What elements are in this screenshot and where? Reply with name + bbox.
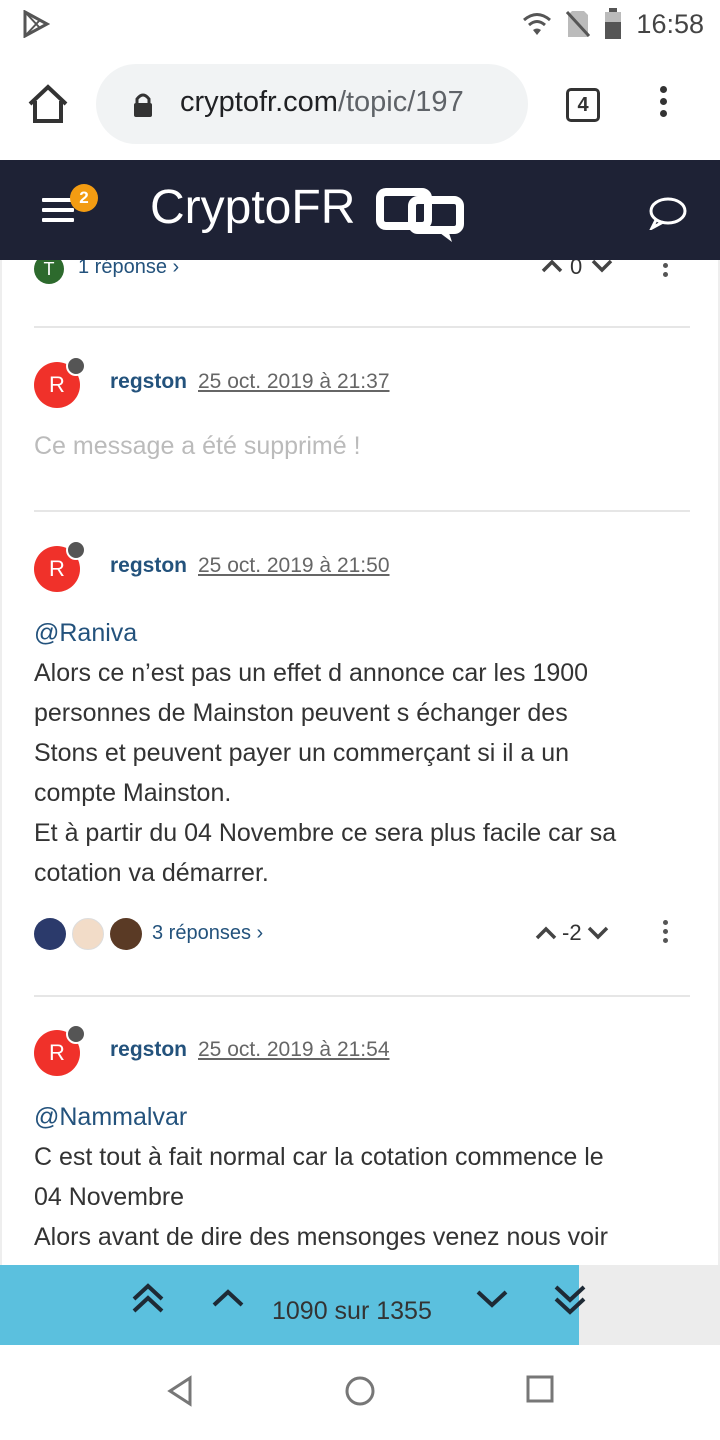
post-text-line: cotation va démarrer.: [34, 859, 269, 887]
site-logo[interactable]: CryptoFR: [150, 180, 355, 235]
lock-icon: [134, 93, 152, 117]
post-text-line: compte Mainston.: [34, 779, 232, 807]
post-content: @Raniva Alors ce n’est pas un effet d an…: [34, 613, 694, 893]
next-page-icon[interactable]: [474, 1283, 510, 1313]
replies-link[interactable]: 3 réponses ›: [152, 922, 263, 945]
replier-avatar[interactable]: [34, 918, 66, 950]
chat-icon[interactable]: [648, 196, 688, 230]
post-text-line: Alors ce n’est pas un effet d annonce ca…: [34, 659, 589, 687]
replier-avatar[interactable]: [110, 918, 142, 950]
post-text-line: Alors avant de dire des mensonges venez …: [34, 1223, 608, 1251]
user-mention[interactable]: @Nammalvar: [34, 1097, 694, 1137]
offline-status-icon: [66, 1024, 86, 1044]
post-text-line: Stons et peuvent payer un commerçant si …: [34, 739, 570, 767]
android-status-bar: 16:58: [0, 0, 720, 48]
battery-icon: [605, 8, 622, 39]
timestamp[interactable]: 25 oct. 2019 à 21:50: [198, 554, 390, 578]
divider: [34, 995, 690, 997]
avatar[interactable]: T: [34, 260, 64, 284]
address-bar[interactable]: cryptofr.com/topic/197: [96, 64, 528, 144]
logo-chat-icon: [376, 188, 464, 242]
replier-avatar[interactable]: [72, 918, 104, 950]
post-text-line: C est tout à fait normal car la cotation…: [34, 1143, 604, 1171]
offline-status-icon: [66, 540, 86, 560]
vote-count: 0: [570, 260, 583, 279]
chevron-right-icon: ›: [172, 260, 180, 278]
upvote-icon[interactable]: [540, 260, 564, 274]
android-nav-bar: [0, 1345, 720, 1440]
notification-badge: 2: [70, 184, 98, 212]
play-store-icon: [23, 10, 50, 38]
post-text-line: 04 Novembre: [34, 1183, 185, 1211]
divider: [34, 510, 690, 512]
home-icon[interactable]: [26, 82, 70, 126]
timestamp[interactable]: 25 oct. 2019 à 21:37: [198, 370, 390, 394]
username[interactable]: regston: [110, 554, 187, 578]
wifi-icon: [523, 13, 552, 35]
username[interactable]: regston: [110, 1038, 187, 1062]
vote-controls: -2: [534, 920, 610, 946]
home-nav-icon[interactable]: [344, 1375, 376, 1407]
pagination-bar: 1090 sur 1355: [0, 1265, 720, 1345]
no-sim-icon: [566, 10, 591, 38]
user-mention[interactable]: @Raniva: [34, 613, 694, 653]
url-text: cryptofr.com/topic/197: [180, 86, 464, 118]
timestamp[interactable]: 25 oct. 2019 à 21:54: [198, 1038, 390, 1062]
hamburger-icon[interactable]: [42, 198, 74, 228]
chevron-right-icon: ›: [256, 922, 264, 944]
clock: 16:58: [636, 8, 704, 39]
back-icon[interactable]: [166, 1375, 194, 1407]
replies-link[interactable]: 1 réponse ›: [78, 260, 179, 279]
downvote-icon[interactable]: [590, 260, 614, 274]
site-header: 2 CryptoFR: [0, 160, 720, 260]
post-header: R regston 25 oct. 2019 à 21:50: [34, 540, 690, 596]
post-menu-icon[interactable]: [660, 260, 670, 281]
topic-posts: T 1 réponse › 0 R regston 25 oct. 2019 à…: [0, 260, 720, 1265]
previous-page-icon[interactable]: [210, 1283, 246, 1313]
post-content: @Nammalvar C est tout à fait normal car …: [34, 1097, 694, 1257]
post-text-line: personnes de Mainston peuvent s échanger…: [34, 699, 568, 727]
post-header: R regston 25 oct. 2019 à 21:37: [34, 356, 690, 412]
vote-count: -2: [562, 920, 582, 945]
tab-switcher-button[interactable]: 4: [566, 88, 600, 122]
post-header: R regston 25 oct. 2019 à 21:54: [34, 1024, 690, 1080]
first-page-icon[interactable]: [130, 1279, 166, 1319]
offline-status-icon: [66, 356, 86, 376]
downvote-icon[interactable]: [586, 925, 610, 941]
post-position[interactable]: 1090 sur 1355: [272, 1297, 432, 1326]
post-footer: 3 réponses › -2: [34, 918, 690, 958]
overflow-menu-icon[interactable]: [656, 86, 670, 126]
post-text-line: Et à partir du 04 Novembre ce sera plus …: [34, 819, 617, 847]
deleted-message: Ce message a été supprimé !: [34, 432, 361, 460]
browser-toolbar: cryptofr.com/topic/197 4: [0, 48, 720, 160]
divider: [34, 326, 690, 328]
upvote-icon[interactable]: [534, 925, 558, 941]
previous-post-footer: T 1 réponse › 0: [34, 260, 690, 294]
last-page-icon[interactable]: [552, 1279, 588, 1319]
post-menu-icon[interactable]: [660, 920, 670, 947]
recents-icon[interactable]: [526, 1375, 554, 1403]
username[interactable]: regston: [110, 370, 187, 394]
